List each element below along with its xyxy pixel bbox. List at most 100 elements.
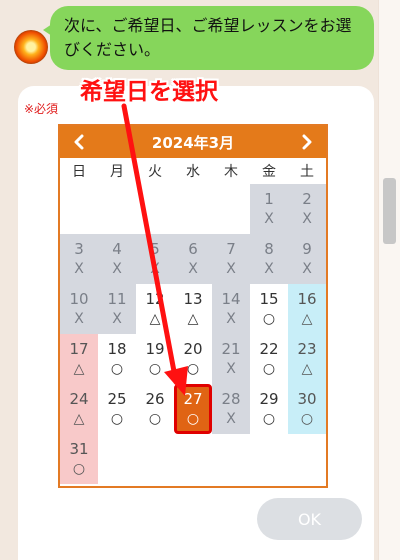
availability-mark: X bbox=[226, 361, 236, 377]
calendar-day-17[interactable]: 17 △ bbox=[60, 334, 98, 384]
calendar-header: 2024年3月 bbox=[60, 126, 326, 158]
day-number: 18 bbox=[107, 340, 127, 358]
availability-mark: ○ bbox=[110, 361, 124, 377]
calendar-day-8: 8X bbox=[250, 234, 288, 284]
calendar-day-23[interactable]: 23 △ bbox=[288, 334, 326, 384]
weekday-label: 火 bbox=[148, 164, 162, 180]
day-grid: 1 X 2 X 3 X 4 X 5 X 6 X 7 X 8 X 9 X 10 X 11 X 12 △ 13 △ 14 X 15 ○ 16 △ 1… bbox=[60, 184, 326, 484]
day-number: 8 bbox=[264, 240, 274, 258]
calendar-empty-cell bbox=[174, 434, 212, 484]
day-number: 1 bbox=[264, 190, 274, 208]
calendar-empty-cell bbox=[212, 184, 250, 234]
weekday-label: 土 bbox=[300, 164, 314, 180]
availability-mark: △ bbox=[73, 361, 85, 377]
availability-mark: X bbox=[188, 261, 198, 277]
calendar-day-18[interactable]: 18 ○ bbox=[98, 334, 136, 384]
day-number: 30 bbox=[297, 390, 317, 408]
availability-mark: △ bbox=[187, 311, 199, 327]
calendar-empty-cell bbox=[250, 434, 288, 484]
calendar-day-6: 6X bbox=[174, 234, 212, 284]
calendar-day-10: 10 X bbox=[60, 284, 98, 334]
day-number: 6 bbox=[188, 240, 198, 258]
day-number: 14 bbox=[221, 290, 241, 308]
calendar-day-22[interactable]: 22 ○ bbox=[250, 334, 288, 384]
calendar-day-26[interactable]: 26 ○ bbox=[136, 384, 174, 434]
calendar-empty-cell bbox=[174, 184, 212, 234]
day-number: 9 bbox=[302, 240, 312, 258]
calendar-day-29[interactable]: 29 ○ bbox=[250, 384, 288, 434]
day-number: 21 bbox=[221, 340, 241, 358]
calendar-day-4: 4X bbox=[98, 234, 136, 284]
chevron-right-icon[interactable] bbox=[296, 131, 318, 153]
calendar-empty-cell bbox=[136, 434, 174, 484]
availability-mark: △ bbox=[73, 411, 85, 427]
calendar-day-15[interactable]: 15 ○ bbox=[250, 284, 288, 334]
calendar-day-16[interactable]: 16 △ bbox=[288, 284, 326, 334]
calendar-empty-cell bbox=[212, 434, 250, 484]
weekday-label: 木 bbox=[224, 164, 238, 180]
day-number: 2 bbox=[302, 190, 312, 208]
availability-mark: X bbox=[264, 261, 274, 277]
availability-mark: ○ bbox=[262, 411, 276, 427]
weekday-label: 月 bbox=[110, 164, 124, 180]
calendar-day-31[interactable]: 31 ○ bbox=[60, 434, 98, 484]
day-number: 10 bbox=[69, 290, 89, 308]
calendar-day-24[interactable]: 24 △ bbox=[60, 384, 98, 434]
calendar-day-25[interactable]: 25 ○ bbox=[98, 384, 136, 434]
calendar-day-13[interactable]: 13 △ bbox=[174, 284, 212, 334]
calendar-day-5: 5X bbox=[136, 234, 174, 284]
calendar-day-28: 28 X bbox=[212, 384, 250, 434]
chevron-left-icon[interactable] bbox=[68, 131, 90, 153]
day-number: 31 bbox=[69, 440, 89, 458]
availability-mark: ○ bbox=[110, 411, 124, 427]
ok-button[interactable]: OK bbox=[257, 498, 362, 540]
annotation-label: 希望日を選択 bbox=[80, 79, 218, 105]
calendar-empty-cell bbox=[60, 184, 98, 234]
day-number: 16 bbox=[297, 290, 317, 308]
day-number: 27 bbox=[183, 390, 203, 408]
calendar-day-9: 9X bbox=[288, 234, 326, 284]
calendar-day-12[interactable]: 12 △ bbox=[136, 284, 174, 334]
chat-bubble-text: 次に、ご希望日、ご希望レッスンをお選びください。 bbox=[64, 16, 352, 59]
calendar: 2024年3月 日月火水木金土 1 X 2 X 3 X 4 X 5 X 6 X 7 X 8 X 9 X 10 X 11 X… bbox=[58, 124, 328, 488]
calendar-day-21: 21 X bbox=[212, 334, 250, 384]
calendar-day-20[interactable]: 20 ○ bbox=[174, 334, 212, 384]
calendar-day-19[interactable]: 19 ○ bbox=[136, 334, 174, 384]
calendar-empty-cell bbox=[288, 434, 326, 484]
day-number: 28 bbox=[221, 390, 241, 408]
day-number: 29 bbox=[259, 390, 279, 408]
calendar-day-1: 1X bbox=[250, 184, 288, 234]
availability-mark: ○ bbox=[186, 411, 200, 427]
availability-mark: X bbox=[264, 211, 274, 227]
day-number: 25 bbox=[107, 390, 127, 408]
availability-mark: ○ bbox=[148, 411, 162, 427]
availability-mark: X bbox=[74, 311, 84, 327]
weekday-label: 日 bbox=[72, 164, 86, 180]
weekday-label: 金 bbox=[262, 164, 276, 180]
calendar-day-14: 14 X bbox=[212, 284, 250, 334]
scrollbar-track[interactable] bbox=[378, 0, 400, 560]
day-number: 17 bbox=[69, 340, 89, 358]
weekday-label: 水 bbox=[186, 164, 200, 180]
calendar-day-27[interactable]: 27 ○ bbox=[174, 384, 212, 434]
availability-mark: X bbox=[302, 261, 312, 277]
availability-mark: X bbox=[112, 311, 122, 327]
availability-mark: △ bbox=[301, 311, 313, 327]
calendar-day-7: 7X bbox=[212, 234, 250, 284]
availability-mark: X bbox=[150, 261, 160, 277]
calendar-empty-cell bbox=[98, 434, 136, 484]
availability-mark: ○ bbox=[72, 461, 86, 477]
day-number: 3 bbox=[74, 240, 84, 258]
calendar-empty-cell bbox=[98, 184, 136, 234]
chat-bubble: 次に、ご希望日、ご希望レッスンをお選びください。 bbox=[43, 6, 374, 70]
day-number: 22 bbox=[259, 340, 279, 358]
day-number: 5 bbox=[150, 240, 160, 258]
calendar-day-30[interactable]: 30 ○ bbox=[288, 384, 326, 434]
availability-mark: X bbox=[74, 261, 84, 277]
day-number: 7 bbox=[226, 240, 236, 258]
availability-mark: ○ bbox=[148, 361, 162, 377]
scrollbar-thumb[interactable] bbox=[383, 178, 396, 244]
availability-mark: ○ bbox=[186, 361, 200, 377]
availability-mark: X bbox=[302, 211, 312, 227]
availability-mark: X bbox=[226, 261, 236, 277]
